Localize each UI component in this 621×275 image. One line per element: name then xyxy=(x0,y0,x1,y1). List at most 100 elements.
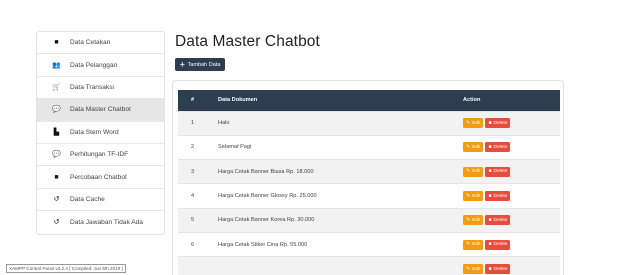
edit-label: Edit xyxy=(472,242,481,248)
edit-label: Edit xyxy=(472,217,481,223)
sidebar-item-data-stem-word[interactable]: ▙ Data Stem Word xyxy=(37,122,164,144)
delete-label: Delete xyxy=(493,169,508,175)
delete-button[interactable]: ■ Delete xyxy=(485,166,511,177)
sidebar-item-percobaan-chatbot[interactable]: ■ Percobaan Chatbot xyxy=(37,166,164,189)
delete-button[interactable]: ■ Delete xyxy=(485,264,511,275)
delete-label: Delete xyxy=(493,144,508,150)
row-number: 5 xyxy=(178,207,206,233)
delete-label: Delete xyxy=(493,120,508,126)
row-number: 2 xyxy=(178,134,206,160)
row-actions: ✎ Edit ■ Delete xyxy=(462,134,560,160)
delete-button[interactable]: ■ Delete xyxy=(485,191,511,202)
row-actions: ✎ Edit ■ Delete xyxy=(462,256,560,275)
sidebar-item-data-pelanggan[interactable]: 👥 Data Pelanggan xyxy=(37,54,164,77)
trash-icon: ■ xyxy=(488,119,492,126)
row-actions: ✎ Edit ■ Delete xyxy=(462,183,560,209)
row-document: Selamat Pagi xyxy=(206,134,462,160)
row-number: 1 xyxy=(178,110,206,136)
edit-button[interactable]: ✎ Edit xyxy=(463,239,484,250)
delete-button[interactable]: ■ Delete xyxy=(485,142,511,153)
edit-icon: ✎ xyxy=(466,192,471,199)
table-row: 4 Harga Cetak Banner Glossy Rp. 25.000 ✎ Ed… xyxy=(178,183,560,209)
row-document xyxy=(206,256,462,275)
edit-button[interactable]: ✎ Edit xyxy=(463,166,484,177)
delete-label: Delete xyxy=(493,242,508,248)
table-row: 6 Harga Cetak Stiker Cina Rp. 55.000 ✎ Edit… xyxy=(178,231,560,257)
table-row: 2 Selamat Pagi ✎ Edit ■ Delete xyxy=(178,134,560,160)
edit-label: Edit xyxy=(472,193,481,199)
sidebar-item-label: Data Cetakan xyxy=(70,39,111,47)
delete-button[interactable]: ■ Delete xyxy=(485,118,511,129)
row-actions: ✎ Edit ■ Delete xyxy=(462,231,560,257)
add-data-button[interactable]: + Tambah Data xyxy=(175,58,226,71)
edit-button[interactable]: ✎ Edit xyxy=(463,215,484,226)
sidebar-item-label: Data Cache xyxy=(70,195,105,203)
edit-icon: ✎ xyxy=(466,265,471,272)
sidebar-item-label: Data Transaksi xyxy=(70,83,114,91)
row-number: 3 xyxy=(178,159,206,184)
sidebar-item-label: Data Stem Word xyxy=(70,128,119,136)
page-title: Data Master Chatbot xyxy=(175,33,320,50)
edit-icon: ✎ xyxy=(466,143,471,150)
delete-label: Delete xyxy=(493,217,508,223)
table-row: 5 Harga Cetak Banner Korea Rp. 30.000 ✎ Edi… xyxy=(178,207,560,233)
edit-icon: ✎ xyxy=(466,241,471,248)
sidebar-item-label: Data Jawaban Tidak Ada xyxy=(70,218,143,226)
sidebar-item-label: Perhitungan TF-IDF xyxy=(70,151,129,159)
trash-icon: ■ xyxy=(488,241,492,248)
table-row: ✎ Edit ■ Delete xyxy=(178,256,560,275)
row-document: Harga Cetak Stiker Cina Rp. 55.000 xyxy=(206,231,462,257)
edit-icon: ✎ xyxy=(466,216,471,223)
data-card: # Data Dokumen Action 1 Halo ✎ Edit ■ Delete 2… xyxy=(172,80,564,275)
sidebar-item-data-cache[interactable]: ↺ Data Cache xyxy=(37,189,164,212)
trash-icon: ■ xyxy=(488,192,492,199)
delete-button[interactable]: ■ Delete xyxy=(485,215,511,226)
trash-icon: ■ xyxy=(488,168,492,175)
row-actions: ✎ Edit ■ Delete xyxy=(462,110,560,136)
edit-icon: ✎ xyxy=(466,119,471,126)
cart-icon: 🛒 xyxy=(52,83,61,91)
edit-button[interactable]: ✎ Edit xyxy=(463,191,484,202)
delete-button[interactable]: ■ Delete xyxy=(485,239,511,250)
sidebar-item-label: Data Master Chatbot xyxy=(70,106,131,114)
edit-button[interactable]: ✎ Edit xyxy=(463,142,484,153)
sidebar-item-data-jawaban-tidak-ada[interactable]: ↺ Data Jawaban Tidak Ada xyxy=(37,211,164,233)
users-icon: 👥 xyxy=(52,61,61,69)
table-row: 3 Harga Cetak Banner Biasa Rp. 18.000 ✎ Edi… xyxy=(178,159,560,184)
document-icon: ▙ xyxy=(53,128,60,136)
sidebar-item-label: Data Pelanggan xyxy=(70,61,118,69)
row-number xyxy=(178,256,206,275)
data-table: # Data Dokumen Action 1 Halo ✎ Edit ■ Delete 2… xyxy=(178,90,560,275)
sidebar-item-data-transaksi[interactable]: 🛒 Data Transaksi xyxy=(37,77,164,100)
row-document: Harga Cetak Banner Korea Rp. 30.000 xyxy=(206,207,462,233)
comments-icon: 💬 xyxy=(52,106,61,114)
trash-icon: ■ xyxy=(488,265,492,272)
edit-button[interactable]: ✎ Edit xyxy=(463,118,484,129)
edit-icon: ✎ xyxy=(466,168,471,175)
edit-button[interactable]: ✎ Edit xyxy=(463,264,484,275)
trash-icon: ■ xyxy=(488,143,492,150)
table-header-row: # Data Dokumen Action xyxy=(178,90,560,111)
chat-icon: ■ xyxy=(54,173,59,181)
plus-icon: + xyxy=(180,59,185,69)
file-icon: ■ xyxy=(54,39,59,47)
edit-label: Edit xyxy=(472,120,481,126)
header-number: # xyxy=(191,97,195,104)
history-icon: ↺ xyxy=(53,218,60,226)
status-footer: XAMPP Control Panel v3.2.4 [ Compiled: J… xyxy=(6,264,126,273)
row-document: Harga Cetak Banner Glossy Rp. 25.000 xyxy=(206,183,462,209)
row-document: Harga Cetak Banner Biasa Rp. 18.000 xyxy=(206,159,462,184)
sidebar-item-data-cetakan[interactable]: ■ Data Cetakan xyxy=(37,32,164,55)
history-icon: ↺ xyxy=(53,195,60,203)
edit-label: Edit xyxy=(472,144,481,150)
add-data-label: Tambah Data xyxy=(187,61,221,68)
row-actions: ✎ Edit ■ Delete xyxy=(462,207,560,233)
sidebar-item-label: Percobaan Chatbot xyxy=(70,173,127,181)
sidebar-item-perhitungan-tf-idf[interactable]: 💬 Perhitungan TF-IDF xyxy=(37,144,164,167)
delete-label: Delete xyxy=(493,193,508,199)
row-number: 4 xyxy=(178,183,206,209)
edit-label: Edit xyxy=(472,169,481,175)
sidebar-item-data-master-chatbot[interactable]: 💬 Data Master Chatbot xyxy=(37,99,164,122)
edit-label: Edit xyxy=(472,266,481,272)
trash-icon: ■ xyxy=(488,216,492,223)
